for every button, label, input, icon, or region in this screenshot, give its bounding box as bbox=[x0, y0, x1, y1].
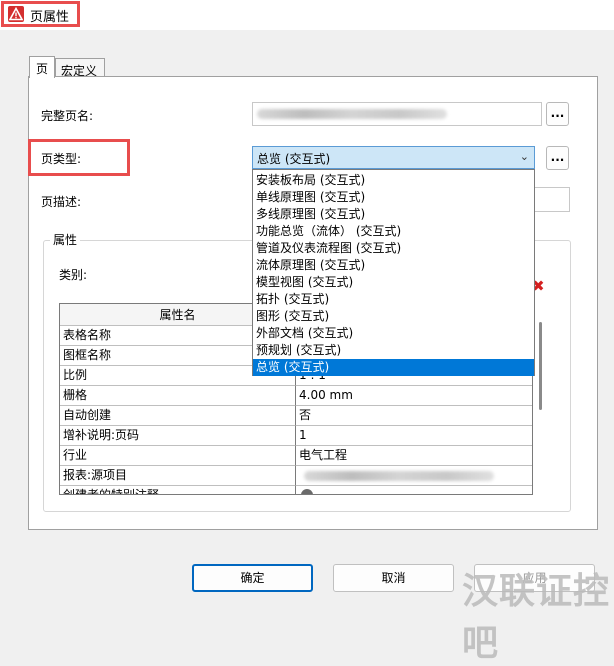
grid-scroll-thumb[interactable] bbox=[539, 322, 542, 410]
dropdown-option[interactable]: 预规划 (交互式) bbox=[253, 342, 534, 359]
full-page-name-label: 完整页名: bbox=[41, 109, 94, 123]
property-value-cell[interactable]: 电气工程 bbox=[296, 446, 532, 466]
dropdown-option[interactable]: 拓扑 (交互式) bbox=[253, 291, 534, 308]
dropdown-option[interactable]: 外部文档 (交互式) bbox=[253, 325, 534, 342]
tab-macro[interactable]: 宏定义 bbox=[55, 58, 105, 78]
page-type-dropdown-list[interactable]: 安装板布局 (交互式) 单线原理图 (交互式) 多线原理图 (交互式) 功能总览… bbox=[252, 169, 535, 376]
page-type-value: 总览 (交互式) bbox=[257, 152, 331, 166]
table-row[interactable]: 自动创建 否 bbox=[60, 406, 532, 426]
dropdown-option[interactable]: 多线原理图 (交互式) bbox=[253, 206, 534, 223]
property-value-cell[interactable]: 4.00 mm bbox=[296, 386, 532, 406]
page-type-select[interactable]: 总览 (交互式) ⌄ bbox=[252, 146, 535, 169]
table-row[interactable]: 报表:源项目 bbox=[60, 466, 532, 486]
table-row[interactable]: 增补说明:页码 1 bbox=[60, 426, 532, 446]
table-row[interactable]: 栅格 4.00 mm bbox=[60, 386, 532, 406]
property-name-cell: 创建者的特别注释 bbox=[60, 486, 296, 494]
full-page-name-browse-button[interactable]: ... bbox=[546, 102, 569, 126]
property-value-cell[interactable] bbox=[296, 466, 532, 486]
dropdown-option[interactable]: 功能总览（流体） (交互式) bbox=[253, 223, 534, 240]
page-description-label: 页描述: bbox=[41, 195, 82, 209]
dropdown-option[interactable]: 模型视图 (交互式) bbox=[253, 274, 534, 291]
property-name-cell: 自动创建 bbox=[60, 406, 296, 426]
table-row[interactable]: 创建者的特别注释 bbox=[60, 486, 532, 494]
dropdown-option[interactable]: 流体原理图 (交互式) bbox=[253, 257, 534, 274]
redacted-text bbox=[304, 471, 494, 481]
redacted-text bbox=[257, 109, 447, 119]
properties-group-title: 属性 bbox=[50, 231, 81, 248]
dropdown-option[interactable]: 图形 (交互式) bbox=[253, 308, 534, 325]
dropdown-option[interactable]: 安装板布局 (交互式) bbox=[253, 172, 534, 189]
table-row[interactable]: 行业 电气工程 bbox=[60, 446, 532, 466]
dropdown-option[interactable]: 单线原理图 (交互式) bbox=[253, 189, 534, 206]
property-name-cell: 报表:源项目 bbox=[60, 466, 296, 486]
dropdown-option-selected[interactable]: 总览 (交互式) bbox=[253, 359, 534, 376]
watermark-text: 汉联证控吧 bbox=[462, 571, 611, 664]
category-label: 类别: bbox=[59, 268, 88, 282]
property-value-cell[interactable]: 否 bbox=[296, 406, 532, 426]
page-type-highlight-box bbox=[28, 139, 130, 176]
tab-page-label: 页 bbox=[36, 62, 49, 76]
dropdown-option[interactable]: 管道及仪表流程图 (交互式) bbox=[253, 240, 534, 257]
circle-icon bbox=[301, 489, 313, 494]
property-name-cell: 增补说明:页码 bbox=[60, 426, 296, 446]
grid-scrollbar[interactable] bbox=[537, 322, 545, 494]
property-name-cell: 行业 bbox=[60, 446, 296, 466]
chevron-down-icon[interactable]: ⌄ bbox=[520, 150, 529, 163]
page-type-browse-button[interactable]: ... bbox=[546, 146, 569, 170]
cancel-button[interactable]: 取消 bbox=[333, 564, 454, 592]
page-description-field[interactable] bbox=[530, 187, 570, 212]
property-value-cell[interactable] bbox=[296, 486, 532, 494]
property-name-cell: 栅格 bbox=[60, 386, 296, 406]
title-bar: 页属性 bbox=[0, 0, 614, 30]
tab-page[interactable]: 页 bbox=[29, 56, 55, 78]
full-page-name-field[interactable] bbox=[252, 102, 542, 126]
ok-button[interactable]: 确定 bbox=[192, 564, 313, 592]
property-value-cell[interactable]: 1 bbox=[296, 426, 532, 446]
title-highlight-box bbox=[1, 1, 80, 27]
